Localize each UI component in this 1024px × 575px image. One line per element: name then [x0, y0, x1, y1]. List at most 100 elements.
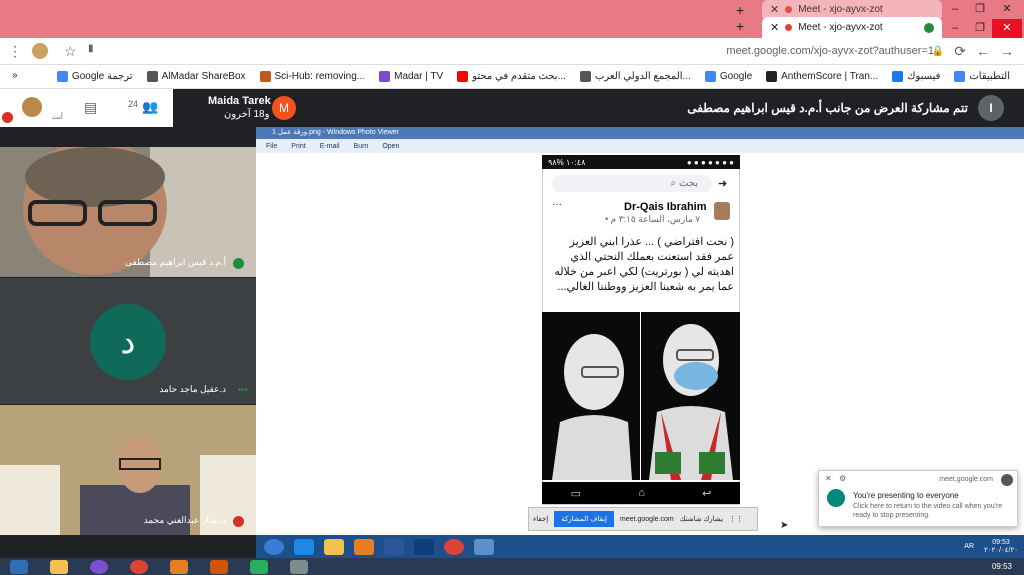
sculpture-with-mask-image [641, 312, 740, 480]
more-options-icon[interactable]: ••• [237, 385, 248, 396]
reload-icon[interactable]: ⟳ [954, 43, 966, 60]
toast-title: You're presenting to everyone [853, 491, 959, 500]
participant-name: د.عقيل ماجد حامد [159, 384, 226, 394]
drag-handle-icon[interactable]: ⋮⋮ [729, 515, 743, 523]
presenting-toast[interactable]: ✕ ⚙ meet.google.com You're presenting to… [818, 470, 1018, 527]
restore-icon[interactable]: ❐ [965, 19, 995, 38]
windows-icon[interactable] [10, 559, 28, 574]
chrome-icon[interactable] [444, 538, 464, 555]
bookmark-item[interactable]: AlMadar ShareBox [146, 71, 246, 82]
stop-sharing-button[interactable]: إيقاف المشاركة [554, 511, 614, 527]
people-icon[interactable]: 👥 [142, 99, 158, 115]
self-label: أنت [52, 114, 63, 121]
start-icon[interactable] [264, 538, 284, 555]
media-icon[interactable] [354, 538, 374, 555]
close-tab-icon[interactable]: ✕ [770, 3, 779, 16]
app-icon[interactable] [210, 559, 228, 574]
presenting-banner: تتم مشاركة العرض من جانب أ.م.د قيس ابراه… [687, 89, 1004, 127]
bookmark-item[interactable]: فيسبوك [892, 71, 940, 82]
apps-icon [954, 71, 966, 82]
presenting-text: تتم مشاركة العرض من جانب أ.م.د قيس ابراه… [687, 101, 968, 115]
globe-icon [579, 71, 591, 82]
close-icon[interactable]: ✕ [992, 19, 1022, 38]
profile-avatar[interactable] [32, 43, 48, 59]
taskbar-date: ٢٠٢٠/٠٤/٢٠ [984, 546, 1018, 554]
participant-count[interactable]: 24 [128, 99, 138, 109]
menu-email[interactable]: E-mail [320, 143, 340, 150]
phone-status-bar: ١٠:٤٨ %٩٨ ● ● ● ● ● ● ● [542, 155, 740, 169]
folder-icon[interactable] [50, 559, 68, 574]
viber-icon[interactable] [90, 559, 108, 574]
arrow-right-icon[interactable]: ➜ [718, 177, 727, 190]
app-icon[interactable] [250, 559, 268, 574]
home-icon[interactable]: ⌂ [638, 487, 645, 499]
folder-icon[interactable] [324, 538, 344, 555]
bookmark-item[interactable]: AnthemScore | Tran... [766, 71, 878, 82]
system-time: 09:53 [991, 562, 1012, 571]
back-icon[interactable]: ↩ [702, 487, 711, 500]
post-menu-icon[interactable]: ··· [552, 199, 562, 210]
menu-print[interactable]: Print [291, 143, 305, 150]
madar-icon [379, 71, 391, 82]
close-icon[interactable]: ✕ [992, 0, 1022, 19]
mic-off-icon[interactable] [2, 112, 13, 123]
app-icon[interactable] [290, 559, 308, 574]
ie-icon[interactable] [294, 538, 314, 555]
menu-file[interactable]: File [266, 143, 277, 150]
banner-avatar: I [978, 95, 1004, 121]
post-time: ٧ مارس، الساعة ٣:١٥ م • [605, 214, 701, 224]
url-text[interactable]: meet.google.com/xjo-ayvx-zot?authuser=1 [726, 45, 934, 57]
participant-tile[interactable]: د.بشار عبدالغني محمد [0, 405, 256, 535]
bookmark-item[interactable]: Google [704, 71, 752, 82]
bookmark-item[interactable]: Google ترجمة [56, 71, 133, 82]
bookmark-item[interactable]: Sci-Hub: removing... [259, 71, 365, 82]
participant-avatar: د [90, 304, 166, 380]
tab-title: Meet - xjo-ayvx-zot [798, 22, 883, 33]
meet-icon [827, 489, 845, 507]
tab-meet-1[interactable]: ✕ Meet - xjo-ayvx-zot [762, 0, 942, 18]
photo-viewer-icon[interactable] [474, 538, 494, 555]
restore-icon[interactable]: ❐ [965, 0, 995, 19]
more-bookmarks-icon[interactable]: » [12, 70, 18, 81]
bookmark-item[interactable]: Madar | TV [379, 71, 443, 82]
bookmark-item[interactable]: بحث متقدم في محتو... [457, 71, 566, 82]
translate-icon [56, 71, 68, 82]
hide-button[interactable]: إخفاء [533, 515, 548, 523]
system-taskbar: 09:53 [0, 558, 1024, 575]
chat-icon[interactable]: ▤ [84, 99, 97, 116]
bookmark-item[interactable]: التطبيقات [954, 71, 1010, 82]
recording-dot-icon [785, 5, 793, 13]
meet-controls: أنت ▤ 24 👥 [0, 89, 173, 127]
tab-title: Meet - xjo-ayvx-zot [798, 3, 883, 15]
back-icon[interactable]: ← [976, 43, 990, 59]
menu-open[interactable]: Open [382, 143, 399, 150]
recent-apps-icon[interactable]: ▭ [571, 487, 581, 500]
app-icon[interactable] [414, 538, 434, 555]
new-tab-icon[interactable]: + [736, 18, 744, 34]
share-message: يشارك شاشتك [679, 516, 723, 523]
presenter-avatar: M [272, 96, 296, 120]
app-icon[interactable] [170, 559, 188, 574]
participant-tile[interactable]: أ.م.د قيس ابراهيم مصطفى [0, 147, 256, 277]
new-tab-icon[interactable]: + [736, 2, 744, 18]
participant-tile[interactable]: د د.عقيل ماجد حامد ••• [0, 278, 256, 404]
menu-dots-icon[interactable]: ⋮ [8, 43, 22, 60]
close-tab-icon[interactable]: ✕ [770, 21, 779, 34]
taskbar-lang[interactable]: AR [964, 543, 974, 550]
facebook-search[interactable]: ⌕ بحث [552, 175, 712, 192]
bookmark-item[interactable]: المجمع الدولي العرب... [579, 71, 691, 82]
tab-meet-2[interactable]: ✕ Meet - xjo-ayvx-zot [762, 17, 942, 38]
menu-burn[interactable]: Burn [354, 143, 369, 150]
scihub-icon [259, 71, 271, 82]
bookmarks-bar: التطبيقات فيسبوك AnthemScore | Tran... G… [0, 65, 1024, 89]
star-icon[interactable]: ☆ [64, 43, 77, 60]
settings-icon[interactable]: ⚙ [839, 474, 846, 483]
participant-name: د.بشار عبدالغني محمد [143, 515, 226, 525]
word-icon[interactable] [384, 538, 404, 555]
photo-viewer-title: ورقة عمل 1.png - Windows Photo Viewer [256, 127, 1024, 139]
forward-icon[interactable]: → [1000, 43, 1014, 59]
extension-icon[interactable]: ▮ [88, 43, 94, 54]
chrome-icon[interactable] [130, 559, 148, 574]
close-icon[interactable]: ✕ [825, 474, 832, 483]
tab-strip: ✕ Meet - xjo-ayvx-zot ✕ Meet - xjo-ayvx-… [0, 0, 1024, 38]
